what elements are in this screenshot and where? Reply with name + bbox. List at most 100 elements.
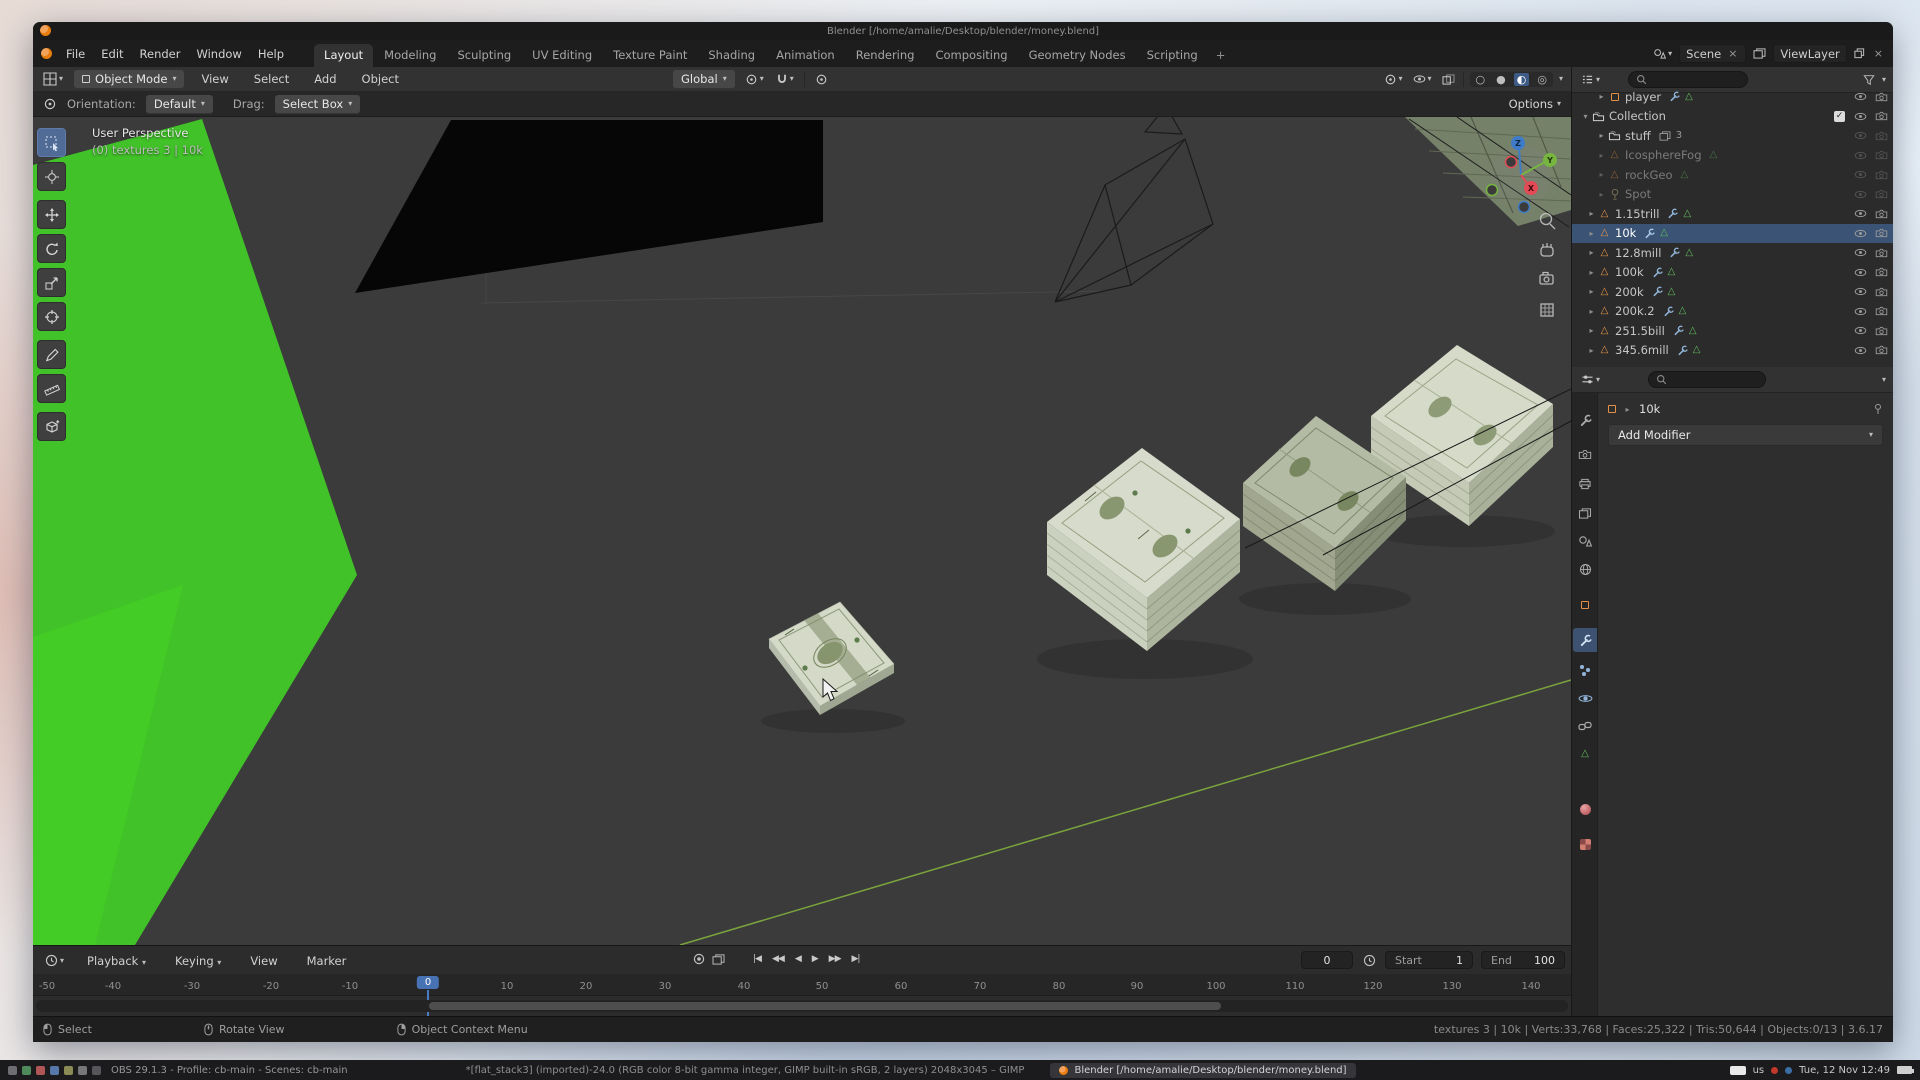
outliner-row-stuff[interactable]: ▸ stuff 3 [1572, 126, 1893, 146]
tab-scene[interactable] [1573, 529, 1597, 553]
tab-texture-paint[interactable]: Texture Paint [603, 44, 697, 67]
outliner-row-12-8mill[interactable]: ▸ △ 12.8mill △ [1572, 243, 1893, 263]
outliner-row-player[interactable]: ▸ player △ [1572, 87, 1893, 107]
menu-tl-view[interactable]: View [242, 952, 285, 970]
tab-tool[interactable] [1573, 408, 1597, 432]
tool-move[interactable] [37, 200, 66, 229]
menu-keying[interactable]: Keying ▾ [167, 952, 229, 970]
tool-add-cube[interactable] [37, 412, 66, 441]
tab-output[interactable] [1573, 472, 1597, 496]
menu-playback[interactable]: Playback ▾ [79, 952, 154, 970]
play-reverse-button[interactable]: ◀ [791, 952, 805, 966]
show-gizmo-button[interactable]: ▾ [1382, 72, 1405, 87]
pin-icon[interactable] [1873, 403, 1883, 415]
outliner-row-collection[interactable]: ▾ Collection ✓ [1572, 107, 1893, 127]
properties-editor-type-button[interactable]: ▾ [1579, 373, 1602, 386]
outliner-row-rockgeo[interactable]: ▸ △ rockGeo △ [1572, 165, 1893, 185]
outliner-filter-dropdown-icon[interactable]: ▾ [1882, 76, 1886, 84]
tab-render[interactable] [1573, 442, 1597, 466]
autokey-record-icon[interactable] [693, 953, 705, 965]
tab-modeling[interactable]: Modeling [374, 44, 446, 67]
tab-shading[interactable]: Shading [698, 44, 765, 67]
window-titlebar[interactable]: Blender [/home/amalie/Desktop/blender/mo… [33, 22, 1893, 40]
menu-render[interactable]: Render [132, 45, 189, 63]
proportional-edit-button[interactable] [813, 72, 830, 87]
tab-physics[interactable] [1573, 686, 1597, 710]
outliner-row-251-5bill[interactable]: ▸ △ 251.5bill △ [1572, 321, 1893, 341]
tab-scripting[interactable]: Scripting [1137, 44, 1208, 67]
taskbar-item-blender[interactable]: Blender [/home/amalie/Desktop/blender/mo… [1050, 1063, 1355, 1078]
tab-object[interactable] [1573, 593, 1597, 617]
menu-help[interactable]: Help [250, 45, 292, 63]
outliner-row-spot[interactable]: ▸ Spot [1572, 185, 1893, 205]
scene-browse-button[interactable]: ▾ [1651, 47, 1674, 60]
menu-view[interactable]: View [193, 70, 236, 88]
menu-add[interactable]: Add [306, 70, 344, 88]
shading-solid-button[interactable]: ● [1493, 73, 1509, 86]
gizmo-axis-z-neg[interactable] [1519, 202, 1530, 213]
shading-dropdown-icon[interactable]: ▾ [1559, 75, 1563, 83]
collection-checkbox[interactable]: ✓ [1834, 111, 1845, 122]
snap-magnet-button[interactable]: ▾ [774, 72, 796, 87]
tool-rotate[interactable] [37, 234, 66, 263]
menu-window[interactable]: Window [188, 45, 249, 63]
tab-particles[interactable] [1573, 658, 1597, 682]
tab-rendering[interactable]: Rendering [846, 44, 925, 67]
timeline-ruler[interactable]: -50 -40 -30 -20 -10 10 20 30 40 50 60 70… [33, 974, 1571, 996]
show-overlays-button[interactable]: ▾ [1411, 73, 1434, 85]
properties-search-input[interactable] [1648, 371, 1766, 388]
breadcrumb-object-name[interactable]: 10k [1639, 402, 1660, 416]
tab-world[interactable] [1573, 557, 1597, 581]
menu-select[interactable]: Select [246, 70, 297, 88]
tray-record-icon[interactable] [1771, 1067, 1778, 1074]
tab-object-data[interactable]: △ [1573, 742, 1597, 766]
next-keyframe-button[interactable]: ▶▶ [825, 952, 845, 966]
playhead[interactable]: 0 [417, 976, 439, 989]
taskbar-item-gimp[interactable]: *[flat_stack3] (imported)-24.0 (RGB colo… [466, 1065, 1025, 1076]
outliner-row-10k[interactable]: ▸ △ 10k △ [1572, 224, 1893, 244]
gizmo-axis-y[interactable]: Y [1543, 153, 1557, 167]
xray-toggle-button[interactable] [1440, 73, 1457, 86]
mode-dropdown[interactable]: Object Mode▾ [74, 70, 184, 89]
scene-unlink-icon[interactable]: × [1726, 47, 1739, 60]
tray-app-icon[interactable] [1785, 1067, 1792, 1074]
gizmo-axis-z[interactable]: Z [1511, 136, 1525, 150]
prev-keyframe-button[interactable]: ◀◀ [768, 952, 788, 966]
shading-rendered-button[interactable]: ◎ [1534, 73, 1550, 86]
menu-file[interactable]: File [58, 45, 93, 63]
taskbar-window-icons[interactable] [8, 1066, 101, 1075]
shading-wireframe-button[interactable]: ○ [1473, 73, 1489, 86]
tool-transform[interactable] [37, 302, 66, 331]
viewlayer-copy-icon[interactable] [1852, 47, 1867, 60]
tool-annotate[interactable] [37, 340, 66, 369]
viewport-3d[interactable]: Z Y X [33, 117, 1571, 945]
frame-end-field[interactable]: End100 [1481, 951, 1565, 969]
gizmo-axis-x-neg[interactable] [1506, 157, 1517, 168]
outliner-display-mode-button[interactable]: ▾ [1579, 73, 1602, 86]
tool-select-box[interactable] [37, 128, 66, 157]
gizmo-axis-y-neg[interactable] [1487, 185, 1498, 196]
transform-orientation-dropdown[interactable]: Global▾ [673, 70, 735, 89]
keying-set-icon[interactable] [1363, 954, 1376, 967]
scene-selector[interactable]: Scene × [1679, 44, 1746, 63]
add-workspace-button[interactable]: + [1209, 44, 1233, 67]
taskbar-item-obs[interactable]: OBS 29.1.3 - Profile: cb-main - Scenes: … [111, 1065, 348, 1076]
shading-material-button[interactable]: ◐ [1514, 73, 1530, 86]
tab-layout[interactable]: Layout [314, 44, 373, 67]
tab-compositing[interactable]: Compositing [925, 44, 1017, 67]
pivot-point-button[interactable]: ▾ [743, 72, 766, 87]
taskbar-clock[interactable]: Tue, 12 Nov 12:49 [1799, 1065, 1890, 1076]
outliner-search-input[interactable] [1628, 71, 1748, 88]
tray-indicator[interactable] [1730, 1066, 1746, 1075]
menu-edit[interactable]: Edit [93, 45, 131, 63]
sync-icon[interactable] [712, 954, 725, 965]
orientation-dropdown[interactable]: Default▾ [146, 95, 213, 114]
frame-start-field[interactable]: Start1 [1385, 951, 1473, 969]
outliner-row-1-15trill[interactable]: ▸ △ 1.15trill △ [1572, 204, 1893, 224]
tab-constraints[interactable] [1573, 714, 1597, 738]
current-frame-field[interactable]: 0 [1301, 951, 1353, 969]
tool-cursor[interactable] [37, 162, 66, 191]
outliner-row-100k[interactable]: ▸ △ 100k △ [1572, 263, 1893, 283]
play-button[interactable]: ▶ [808, 952, 822, 966]
add-modifier-button[interactable]: Add Modifier ▾ [1608, 424, 1883, 446]
